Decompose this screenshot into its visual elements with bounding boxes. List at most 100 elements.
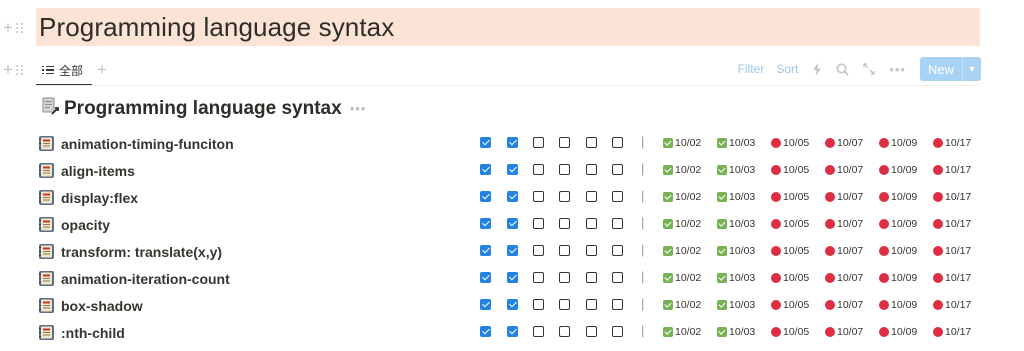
checkbox[interactable] (507, 164, 518, 175)
ellipsis-icon[interactable]: ••• (350, 101, 367, 116)
checkbox[interactable] (533, 164, 544, 175)
list-item[interactable]: display:flex | 10/02 10/03 10/05 10/07 10/09 10… (36, 184, 986, 211)
checkbox[interactable] (533, 326, 544, 337)
sort-button[interactable]: Sort (776, 62, 798, 76)
checkbox[interactable] (586, 137, 597, 148)
checkbox[interactable] (480, 218, 491, 229)
filter-button[interactable]: Filter (738, 62, 765, 76)
list-item-name[interactable]: animation-iteration-count (61, 271, 230, 287)
list-title[interactable]: Programming language syntax (64, 98, 342, 120)
tag-label: 10/02 (675, 326, 702, 338)
tag-label: 10/09 (891, 218, 918, 230)
checkbox[interactable] (507, 326, 518, 337)
checkbox[interactable] (533, 245, 544, 256)
list-item-name[interactable]: align-items (61, 163, 135, 179)
drag-handle-icon[interactable] (15, 22, 24, 33)
red-circle-icon (933, 219, 943, 229)
list-item-name[interactable]: opacity (61, 217, 110, 233)
checkbox[interactable] (559, 245, 570, 256)
checkbox[interactable] (559, 326, 570, 337)
list-item-name[interactable]: :nth-child (61, 325, 125, 341)
red-circle-icon (825, 327, 835, 337)
list-item[interactable]: align-items | 10/02 10/03 10/05 10/07 10/09 10/… (36, 157, 986, 184)
checkbox[interactable] (533, 299, 544, 310)
checkbox[interactable] (480, 326, 491, 337)
checkbox[interactable] (480, 191, 491, 202)
checkbox[interactable] (507, 272, 518, 283)
checkbox[interactable] (533, 191, 544, 202)
search-icon[interactable] (836, 63, 849, 76)
list-item-name[interactable]: animation-timing-funciton (61, 136, 234, 152)
checkbox[interactable] (480, 245, 491, 256)
checkbox[interactable] (480, 272, 491, 283)
checkbox[interactable] (507, 245, 518, 256)
tab-all[interactable]: 全部 (36, 58, 89, 82)
checkbox[interactable] (586, 272, 597, 283)
ellipsis-icon[interactable]: ••• (889, 62, 906, 77)
todo-tag: 10/05 (771, 164, 809, 176)
tag-label: 10/03 (729, 164, 756, 176)
checkbox[interactable] (533, 137, 544, 148)
list-item[interactable]: animation-iteration-count | 10/02 10/03 10/0… (36, 265, 986, 292)
checkbox[interactable] (586, 299, 597, 310)
todo-tag: 10/07 (825, 164, 863, 176)
checkbox[interactable] (559, 218, 570, 229)
add-view-plus-icon[interactable]: + (97, 60, 107, 80)
new-button[interactable]: New ▼ (919, 57, 981, 81)
checkbox[interactable] (612, 326, 623, 337)
checkbox[interactable] (507, 299, 518, 310)
checkbox[interactable] (586, 164, 597, 175)
checkbox[interactable] (533, 272, 544, 283)
red-circle-icon (933, 138, 943, 148)
checkbox[interactable] (559, 191, 570, 202)
checkbox[interactable] (612, 272, 623, 283)
checkbox[interactable] (612, 245, 623, 256)
checkbox[interactable] (559, 137, 570, 148)
add-block-plus-icon[interactable]: + (3, 19, 13, 36)
green-check-icon (717, 165, 727, 175)
drag-handle-icon[interactable] (15, 64, 24, 75)
green-check-icon (663, 192, 673, 202)
list-item[interactable]: transform: translate(x,y) | 10/02 10/03 10/0… (36, 238, 986, 265)
checkbox[interactable] (586, 218, 597, 229)
checkbox[interactable] (559, 272, 570, 283)
checkbox[interactable] (480, 137, 491, 148)
todo-tag: 10/17 (933, 137, 971, 149)
checkbox[interactable] (507, 191, 518, 202)
checkbox[interactable] (507, 218, 518, 229)
page-title[interactable]: Programming language syntax (39, 12, 394, 43)
list-item-name[interactable]: box-shadow (61, 298, 143, 314)
list-item-name[interactable]: display:flex (61, 190, 138, 206)
list-item[interactable]: opacity | 10/02 10/03 10/05 10/07 10/09 10/17 (36, 211, 986, 238)
checkbox[interactable] (612, 191, 623, 202)
list-item[interactable]: :nth-child | 10/02 10/03 10/05 10/07 10/09 10/1… (36, 319, 986, 346)
checkbox[interactable] (586, 326, 597, 337)
lightning-icon[interactable] (812, 62, 822, 76)
checkbox[interactable] (612, 218, 623, 229)
checkbox[interactable] (480, 164, 491, 175)
add-block-plus-icon[interactable]: + (3, 61, 13, 78)
checkbox[interactable] (612, 137, 623, 148)
expand-icon[interactable] (863, 63, 876, 75)
checkbox[interactable] (507, 137, 518, 148)
checkbox[interactable] (559, 164, 570, 175)
red-circle-icon (771, 138, 781, 148)
checkbox[interactable] (533, 218, 544, 229)
tag-label: 10/17 (945, 272, 972, 284)
new-button-label[interactable]: New (920, 57, 962, 81)
tag-label: 10/17 (945, 164, 972, 176)
red-circle-icon (825, 138, 835, 148)
list-item[interactable]: animation-timing-funciton | 10/02 10/03 10/0… (36, 130, 986, 157)
tag-label: 10/05 (783, 272, 810, 284)
checkbox[interactable] (559, 299, 570, 310)
checkbox[interactable] (586, 191, 597, 202)
chevron-down-icon[interactable]: ▼ (962, 57, 981, 81)
checkbox[interactable] (586, 245, 597, 256)
tag-label: 10/09 (891, 299, 918, 311)
checkbox[interactable] (612, 164, 623, 175)
checkbox[interactable] (612, 299, 623, 310)
checkbox[interactable] (480, 299, 491, 310)
todo-tag: 10/07 (825, 326, 863, 338)
list-item-name[interactable]: transform: translate(x,y) (61, 244, 222, 260)
list-item[interactable]: box-shadow | 10/02 10/03 10/05 10/07 10/09 10/1… (36, 292, 986, 319)
